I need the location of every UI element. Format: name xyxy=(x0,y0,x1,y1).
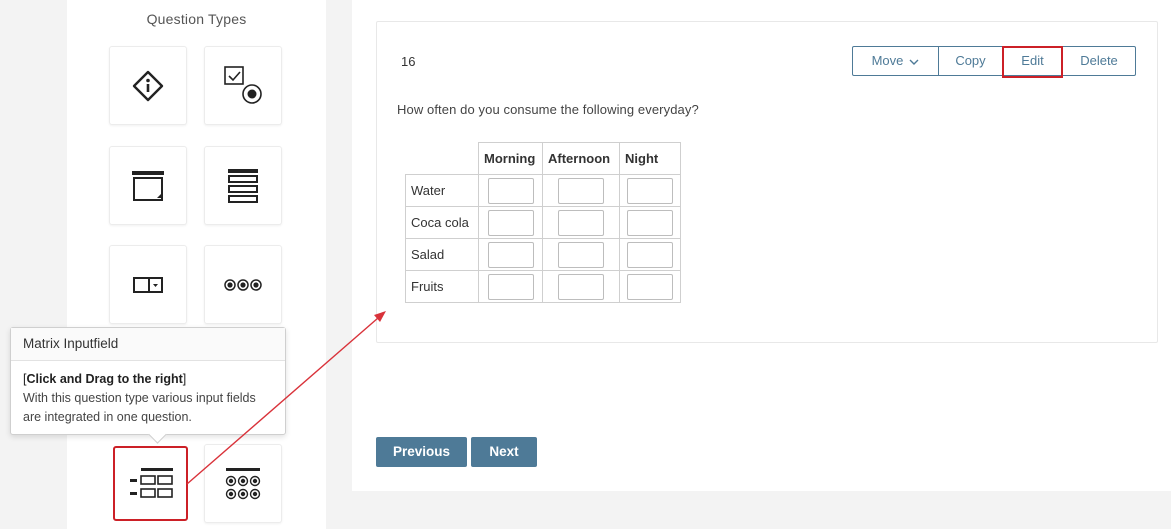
question-type-radio[interactable] xyxy=(204,245,282,324)
matrix-input-field[interactable] xyxy=(627,273,673,300)
matrix-header-row: Morning Afternoon Night xyxy=(405,142,681,175)
edit-button[interactable]: Edit xyxy=(1002,46,1063,78)
row-label: Fruits xyxy=(405,270,479,303)
matrix-input-field[interactable] xyxy=(558,241,604,268)
question-type-matrix-inputfield[interactable] xyxy=(113,446,188,521)
question-card: 16 Move Copy Edit Delete How often do yo… xyxy=(376,21,1158,343)
matrix-input-field[interactable] xyxy=(558,209,604,236)
matrix-cell xyxy=(542,206,620,239)
matrix-cell xyxy=(619,174,681,207)
column-header: Night xyxy=(619,142,681,175)
previous-button[interactable]: Previous xyxy=(376,437,467,467)
edit-highlight-box xyxy=(1002,46,1063,78)
matrix-input-field[interactable] xyxy=(487,209,534,236)
matrix-input-field[interactable] xyxy=(487,273,534,300)
question-number: 16 xyxy=(401,54,416,69)
question-type-matrix-radio[interactable] xyxy=(204,444,282,523)
tooltip-title: Matrix Inputfield xyxy=(11,328,285,361)
list-rows-icon xyxy=(228,168,258,203)
matrix-cell xyxy=(478,206,543,239)
checkbox-radio-icon xyxy=(224,65,262,104)
matrix-input-field[interactable] xyxy=(487,241,534,268)
matrix-cell xyxy=(478,270,543,303)
move-label: Move xyxy=(871,53,904,68)
matrix-input-field[interactable] xyxy=(558,177,604,204)
tooltip-body: [Click and Drag to the right] With this … xyxy=(11,361,285,427)
matrix-cell xyxy=(619,206,681,239)
copy-button[interactable]: Copy xyxy=(938,46,1003,76)
row-label: Water xyxy=(405,174,479,207)
radio-dots-icon xyxy=(224,278,262,291)
matrix-input-field[interactable] xyxy=(487,177,534,204)
next-button[interactable]: Next xyxy=(471,437,537,467)
matrix-cell xyxy=(619,270,681,303)
chevron-down-icon xyxy=(909,59,919,65)
matrix-cell xyxy=(478,174,543,207)
matrix-row: Coca cola xyxy=(405,206,681,239)
matrix-row: Water xyxy=(405,174,681,207)
text-area-icon xyxy=(132,170,164,201)
row-label: Salad xyxy=(405,238,479,271)
matrix-cell xyxy=(542,174,620,207)
question-type-checkbox-radio[interactable] xyxy=(204,46,282,125)
question-type-info[interactable] xyxy=(109,46,187,125)
matrix-cell xyxy=(619,238,681,271)
matrix-row: Salad xyxy=(405,238,681,271)
matrix-radio-icon xyxy=(225,467,261,499)
matrix-cell xyxy=(542,238,620,271)
question-text: How often do you consume the following e… xyxy=(397,102,699,117)
matrix-input-field[interactable] xyxy=(627,241,673,268)
matrix-inputfield-tooltip: Matrix Inputfield [Click and Drag to the… xyxy=(10,327,286,444)
matrix-table: Morning Afternoon Night Water Coca cola … xyxy=(405,142,681,303)
dropdown-icon xyxy=(133,276,163,293)
move-button[interactable]: Move xyxy=(852,46,939,76)
question-type-list[interactable] xyxy=(204,146,282,225)
matrix-input-field[interactable] xyxy=(627,209,673,236)
tooltip-description: With this question type various input fi… xyxy=(23,391,256,424)
column-header: Morning xyxy=(478,142,543,175)
matrix-row: Fruits xyxy=(405,270,681,303)
tooltip-drag-hint-bold: Click and Drag to the right xyxy=(26,372,183,386)
question-types-panel: Question Types xyxy=(67,0,326,529)
panel-title: Question Types xyxy=(146,11,247,27)
matrix-corner xyxy=(405,142,479,175)
matrix-input-field[interactable] xyxy=(558,273,604,300)
question-type-textarea[interactable] xyxy=(109,146,187,225)
matrix-cell xyxy=(478,238,543,271)
column-header: Afternoon xyxy=(542,142,620,175)
matrix-inputfield-icon xyxy=(129,467,173,498)
delete-button[interactable]: Delete xyxy=(1062,46,1136,76)
question-actions: Move Copy Edit Delete xyxy=(852,46,1136,78)
info-diamond-icon xyxy=(132,70,164,101)
matrix-cell xyxy=(542,270,620,303)
tooltip-drag-hint: [Click and Drag to the right] xyxy=(23,372,187,386)
question-type-dropdown[interactable] xyxy=(109,245,187,324)
row-label: Coca cola xyxy=(405,206,479,239)
matrix-input-field[interactable] xyxy=(627,177,673,204)
